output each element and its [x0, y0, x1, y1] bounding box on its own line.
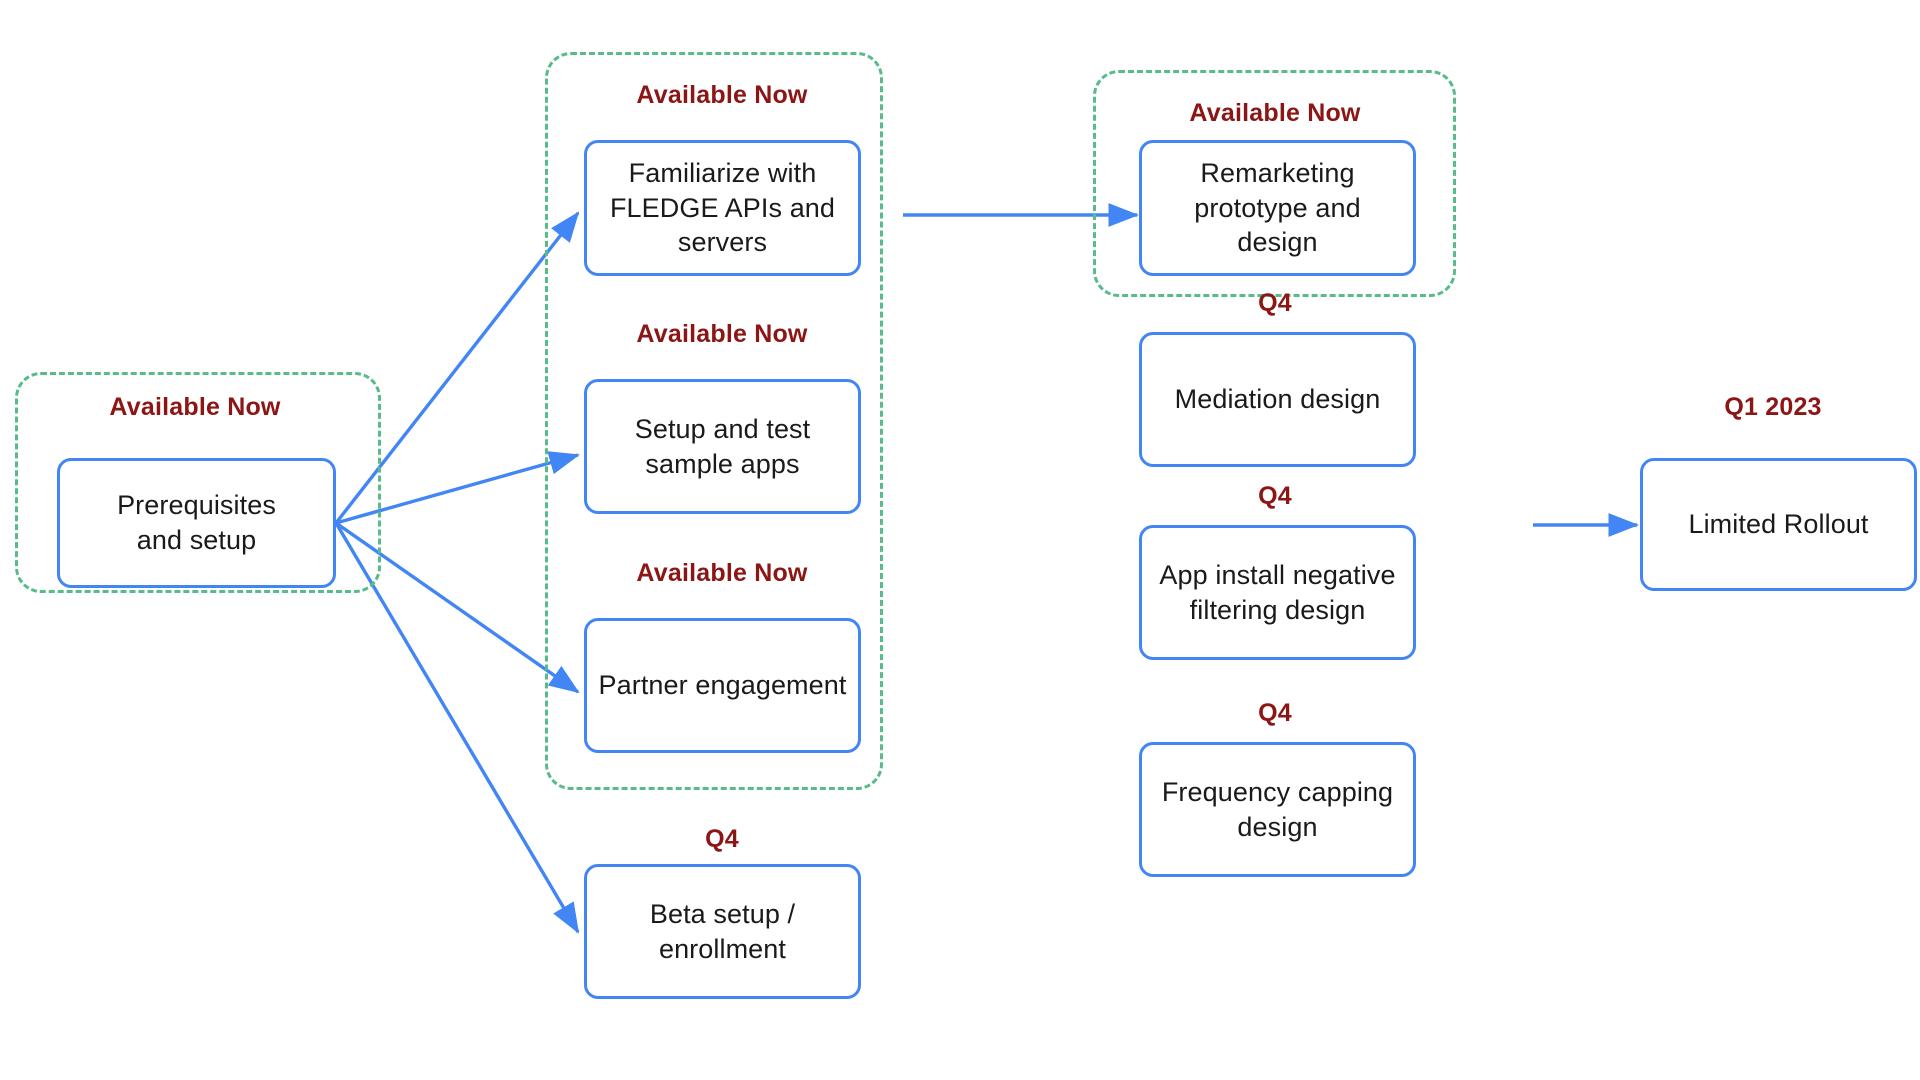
node-partner-engagement[interactable]: Partner engagement — [584, 618, 861, 753]
node-familiarize-with-fledge-apis-and-servers[interactable]: Familiarize with FLEDGE APIs and servers — [584, 140, 861, 276]
phase-label-limited-rollout: Q1 2023 — [1724, 393, 1822, 421]
phase-label-beta-setup: Q4 — [705, 825, 739, 853]
node-limited-rollout[interactable]: Limited Rollout — [1640, 458, 1917, 591]
node-setup-and-test-sample-apps[interactable]: Setup and test sample apps — [584, 379, 861, 514]
phase-label-familiarize: Available Now — [636, 81, 808, 109]
phase-label-setup-and-test: Available Now — [636, 320, 808, 348]
phase-label-partner-engagement: Available Now — [636, 559, 808, 587]
node-frequency-capping-design[interactable]: Frequency capping design — [1139, 742, 1416, 877]
node-mediation-design[interactable]: Mediation design — [1139, 332, 1416, 467]
phase-label-remarketing: Available Now — [1189, 99, 1361, 127]
phase-label-frequency-capping: Q4 — [1258, 699, 1292, 727]
phase-label-prerequisites: Available Now — [109, 393, 281, 421]
node-app-install-negative-filtering-design[interactable]: App install negative filtering design — [1139, 525, 1416, 660]
phase-label-mediation-design: Q4 — [1258, 289, 1292, 317]
phase-label-app-install-filtering: Q4 — [1258, 482, 1292, 510]
node-remarketing-prototype-and-design[interactable]: Remarketing prototype and design — [1139, 140, 1416, 276]
node-beta-setup-enrollment[interactable]: Beta setup / enrollment — [584, 864, 861, 999]
diagram-canvas: Available Now Prerequisites and setup Av… — [0, 0, 1920, 1080]
node-prerequisites-and-setup[interactable]: Prerequisites and setup — [57, 458, 336, 588]
